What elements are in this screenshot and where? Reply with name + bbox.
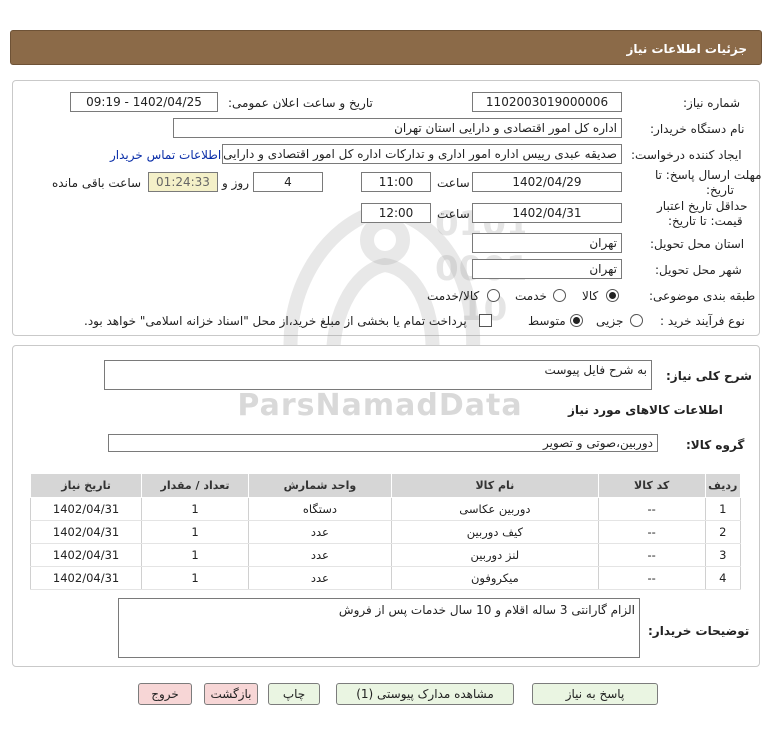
treasury-payment-note: پرداخت تمام یا بخشی از مبلغ خرید،از محل … — [84, 314, 467, 328]
table-row: 1 -- دوربین عکاسی دستگاه 1 1402/04/31 — [29, 497, 742, 521]
process-type-label: نوع فرآیند خرید : — [660, 314, 745, 328]
buyer-org-label: نام دستگاه خریدار: — [650, 122, 745, 136]
remaining-days-field: 4 — [253, 172, 323, 192]
process-radio-minor[interactable] — [630, 314, 643, 327]
need-summary-label: شرح کلی نیاز: — [666, 369, 752, 383]
remaining-time-field: 01:24:33 — [148, 172, 218, 192]
goods-info-title: اطلاعات کالاهای مورد نیاز — [568, 403, 723, 417]
cell-row-number: 1 — [704, 497, 742, 521]
process-radio-medium[interactable] — [570, 314, 583, 327]
goods-group-label: گروه کالا: — [686, 438, 745, 452]
category-radio-goods-service[interactable] — [487, 289, 500, 302]
buyer-contact-link[interactable]: اطلاعات تماس خریدار — [110, 148, 221, 162]
cell-quantity: 1 — [141, 543, 249, 567]
cell-item-name: لنز دوربین — [390, 543, 599, 567]
deadline-label-date: تاریخ: — [706, 183, 734, 197]
request-creator-field: صدیقه عبدی رییس اداره امور اداری و تدارک… — [222, 144, 622, 164]
delivery-province-label: استان محل تحویل: — [650, 237, 745, 251]
deadline-time-field: 11:00 — [361, 172, 431, 192]
buyer-notes-label: توضیحات خریدار: — [648, 624, 750, 638]
remaining-time-label: ساعت باقی مانده — [52, 176, 142, 190]
delivery-city-label: شهر محل تحویل: — [655, 263, 742, 277]
price-validity-time-field: 12:00 — [361, 203, 431, 223]
deadline-label: مهلت ارسال پاسخ: تا — [655, 168, 762, 182]
page-title: جزئیات اطلاعات نیاز — [626, 42, 747, 56]
category-option-goods: کالا — [582, 289, 599, 303]
category-label: طبقه بندی موضوعی: — [649, 289, 756, 303]
cell-quantity: 1 — [141, 520, 249, 544]
treasury-payment-checkbox[interactable] — [479, 314, 492, 327]
cell-unit: دستگاه — [247, 497, 392, 521]
cell-item-name: میکروفون — [390, 566, 599, 590]
reply-to-need-button[interactable]: پاسخ به نیاز — [532, 683, 658, 705]
goods-table: ردیف کد کالا نام کالا واحد شمارش تعداد /… — [29, 473, 742, 590]
category-option-service: خدمت — [515, 289, 547, 303]
table-row: 4 -- میکروفون عدد 1 1402/04/31 — [29, 566, 742, 590]
col-item-name: نام کالا — [390, 473, 599, 498]
print-button[interactable]: چاپ — [268, 683, 320, 705]
need-number-field: 1102003019000006 — [472, 92, 622, 112]
view-attachments-button[interactable]: مشاهده مدارک پیوستی (1) — [336, 683, 514, 705]
cell-item-name: دوربین عکاسی — [390, 497, 599, 521]
col-quantity: تعداد / مقدار — [141, 473, 249, 498]
cell-row-number: 4 — [704, 566, 742, 590]
cell-quantity: 1 — [141, 497, 249, 521]
cell-item-code: -- — [597, 566, 706, 590]
col-item-code: کد کالا — [597, 473, 706, 498]
col-need-date: تاریخ نیاز — [29, 473, 143, 498]
process-option-medium: متوسط — [528, 314, 566, 328]
need-summary-field: به شرح فایل پیوست — [104, 360, 652, 390]
cell-need-date: 1402/04/31 — [29, 543, 143, 567]
page-title-bar: جزئیات اطلاعات نیاز — [10, 30, 762, 65]
cell-need-date: 1402/04/31 — [29, 520, 143, 544]
cell-need-date: 1402/04/31 — [29, 497, 143, 521]
deadline-date-field: 1402/04/29 — [472, 172, 622, 192]
back-button[interactable]: بازگشت — [204, 683, 258, 705]
days-and-label: روز و — [222, 176, 249, 190]
cell-item-code: -- — [597, 520, 706, 544]
category-option-goods-service: کالا/خدمت — [427, 289, 480, 303]
price-validity-label-date: قیمت: تا تاریخ: — [668, 214, 743, 228]
cell-item-code: -- — [597, 543, 706, 567]
goods-table-header: ردیف کد کالا نام کالا واحد شمارش تعداد /… — [29, 473, 742, 498]
announce-datetime-field: 1402/04/25 - 09:19 — [70, 92, 218, 112]
cell-unit: عدد — [247, 520, 392, 544]
price-validity-time-label: ساعت — [437, 207, 470, 221]
cell-unit: عدد — [247, 543, 392, 567]
cell-row-number: 3 — [704, 543, 742, 567]
table-row: 3 -- لنز دوربین عدد 1 1402/04/31 — [29, 543, 742, 567]
price-validity-label: حداقل تاریخ اعتبار — [657, 199, 748, 213]
cell-row-number: 2 — [704, 520, 742, 544]
deadline-time-label: ساعت — [437, 176, 470, 190]
goods-group-field: دوربین،صوتی و تصویر — [108, 434, 658, 452]
category-radio-goods[interactable] — [606, 289, 619, 302]
cell-item-code: -- — [597, 497, 706, 521]
cell-need-date: 1402/04/31 — [29, 566, 143, 590]
request-creator-label: ایجاد کننده درخواست: — [631, 148, 742, 162]
delivery-city-field: تهران — [472, 259, 622, 279]
need-number-label: شماره نیاز: — [683, 96, 740, 110]
price-validity-date-field: 1402/04/31 — [472, 203, 622, 223]
category-radio-service[interactable] — [553, 289, 566, 302]
announce-datetime-label: تاریخ و ساعت اعلان عمومی: — [228, 96, 373, 110]
cell-item-name: کیف دوربین — [390, 520, 599, 544]
col-row-number: ردیف — [704, 473, 742, 498]
process-option-minor: جزیی — [596, 314, 624, 328]
col-unit: واحد شمارش — [247, 473, 392, 498]
exit-button[interactable]: خروج — [138, 683, 192, 705]
cell-quantity: 1 — [141, 566, 249, 590]
delivery-province-field: تهران — [472, 233, 622, 253]
table-row: 2 -- کیف دوربین عدد 1 1402/04/31 — [29, 520, 742, 544]
cell-unit: عدد — [247, 566, 392, 590]
buyer-notes-field: الزام گارانتی 3 ساله اقلام و 10 سال خدما… — [118, 598, 640, 658]
buyer-org-field: اداره کل امور اقتصادی و دارایی استان تهر… — [173, 118, 622, 138]
